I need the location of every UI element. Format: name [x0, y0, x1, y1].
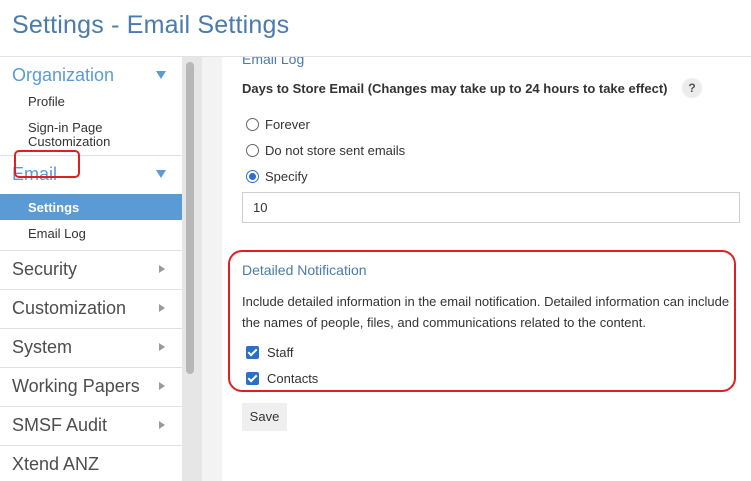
checkbox-staff[interactable]: Staff — [246, 344, 294, 360]
sidebar-item-label: Sign-in Page — [28, 120, 103, 135]
radio-button[interactable] — [246, 117, 259, 131]
sidebar-item-label: Settings — [28, 200, 80, 215]
save-button[interactable]: Save — [242, 403, 287, 431]
sidebar: Organization Profile Sign-in Page Custom… — [0, 57, 182, 481]
sidebar-group-smsf-audit[interactable]: SMSF Audit — [0, 407, 182, 445]
page-title: Settings - Email Settings — [12, 11, 290, 39]
settings-highlight-box — [14, 150, 80, 178]
page-header: Settings - Email Settings — [0, 0, 751, 57]
chevron-right-icon — [159, 343, 165, 351]
notification-description: Include detailed information in the emai… — [242, 294, 730, 330]
settings-panel: Email Log Days to Store Email (Changes m… — [222, 57, 751, 481]
radio-label: Do not store sent emails — [265, 142, 406, 158]
sidebar-group-working-papers[interactable]: Working Papers — [0, 368, 182, 406]
sidebar-item-label: Profile — [28, 94, 65, 109]
sidebar-scrollbar-thumb[interactable] — [186, 62, 194, 374]
checkbox-label: Staff — [267, 344, 294, 360]
radio-forever[interactable]: Forever — [246, 115, 310, 133]
checkbox-checked[interactable] — [246, 345, 259, 359]
sidebar-group-label: Working Papers — [12, 376, 140, 396]
sidebar-group-label: Organization — [12, 65, 115, 85]
radio-button-checked[interactable] — [246, 169, 259, 183]
sidebar-group-security[interactable]: Security — [0, 251, 182, 289]
radio-label: Forever — [265, 116, 310, 132]
checkbox-contacts[interactable]: Contacts — [246, 370, 318, 386]
chevron-down-icon — [156, 71, 166, 79]
chevron-right-icon — [159, 421, 165, 429]
sidebar-group-label: System — [12, 337, 73, 357]
sidebar-group-label: Xtend ANZ — [12, 454, 100, 474]
sidebar-group-label: Security — [12, 259, 78, 279]
help-icon[interactable]: ? — [682, 78, 702, 98]
sidebar-item-label: Customization — [28, 134, 111, 149]
radio-label: Specify — [265, 168, 308, 184]
days-to-store-label: Days to Store Email (Changes may take up… — [242, 81, 668, 96]
section-title: Email Log — [242, 57, 305, 67]
main-content: Email Log Days to Store Email (Changes m… — [202, 57, 751, 481]
sidebar-group-system[interactable]: System — [0, 329, 182, 367]
radio-do-not-store[interactable]: Do not store sent emails — [246, 141, 405, 159]
checkbox-checked[interactable] — [246, 371, 259, 385]
sidebar-item-profile[interactable]: Profile — [0, 95, 182, 117]
sidebar-item-settings[interactable]: Settings — [0, 194, 182, 220]
sidebar-item-label: Email Log — [28, 226, 86, 241]
chevron-right-icon — [159, 265, 165, 273]
days-input[interactable]: 10 — [242, 192, 740, 223]
notification-title: Detailed Notification — [242, 262, 367, 278]
chevron-right-icon — [159, 382, 165, 390]
sidebar-group-label: SMSF Audit — [12, 415, 108, 435]
sidebar-item-email-log[interactable]: Email Log — [0, 220, 182, 250]
chevron-down-icon — [156, 170, 166, 178]
sidebar-group-customization[interactable]: Customization — [0, 290, 182, 328]
sidebar-group-xtend-anz[interactable]: Xtend ANZ — [0, 446, 182, 481]
sidebar-group-organization[interactable]: Organization — [0, 57, 182, 95]
checkbox-label: Contacts — [267, 370, 319, 386]
sidebar-item-sign-in-page-customization[interactable]: Sign-in Page Customization — [0, 117, 182, 149]
sidebar-group-label: Customization — [12, 298, 127, 318]
radio-button[interactable] — [246, 143, 259, 157]
chevron-right-icon — [159, 304, 165, 312]
radio-specify[interactable]: Specify — [246, 167, 308, 185]
